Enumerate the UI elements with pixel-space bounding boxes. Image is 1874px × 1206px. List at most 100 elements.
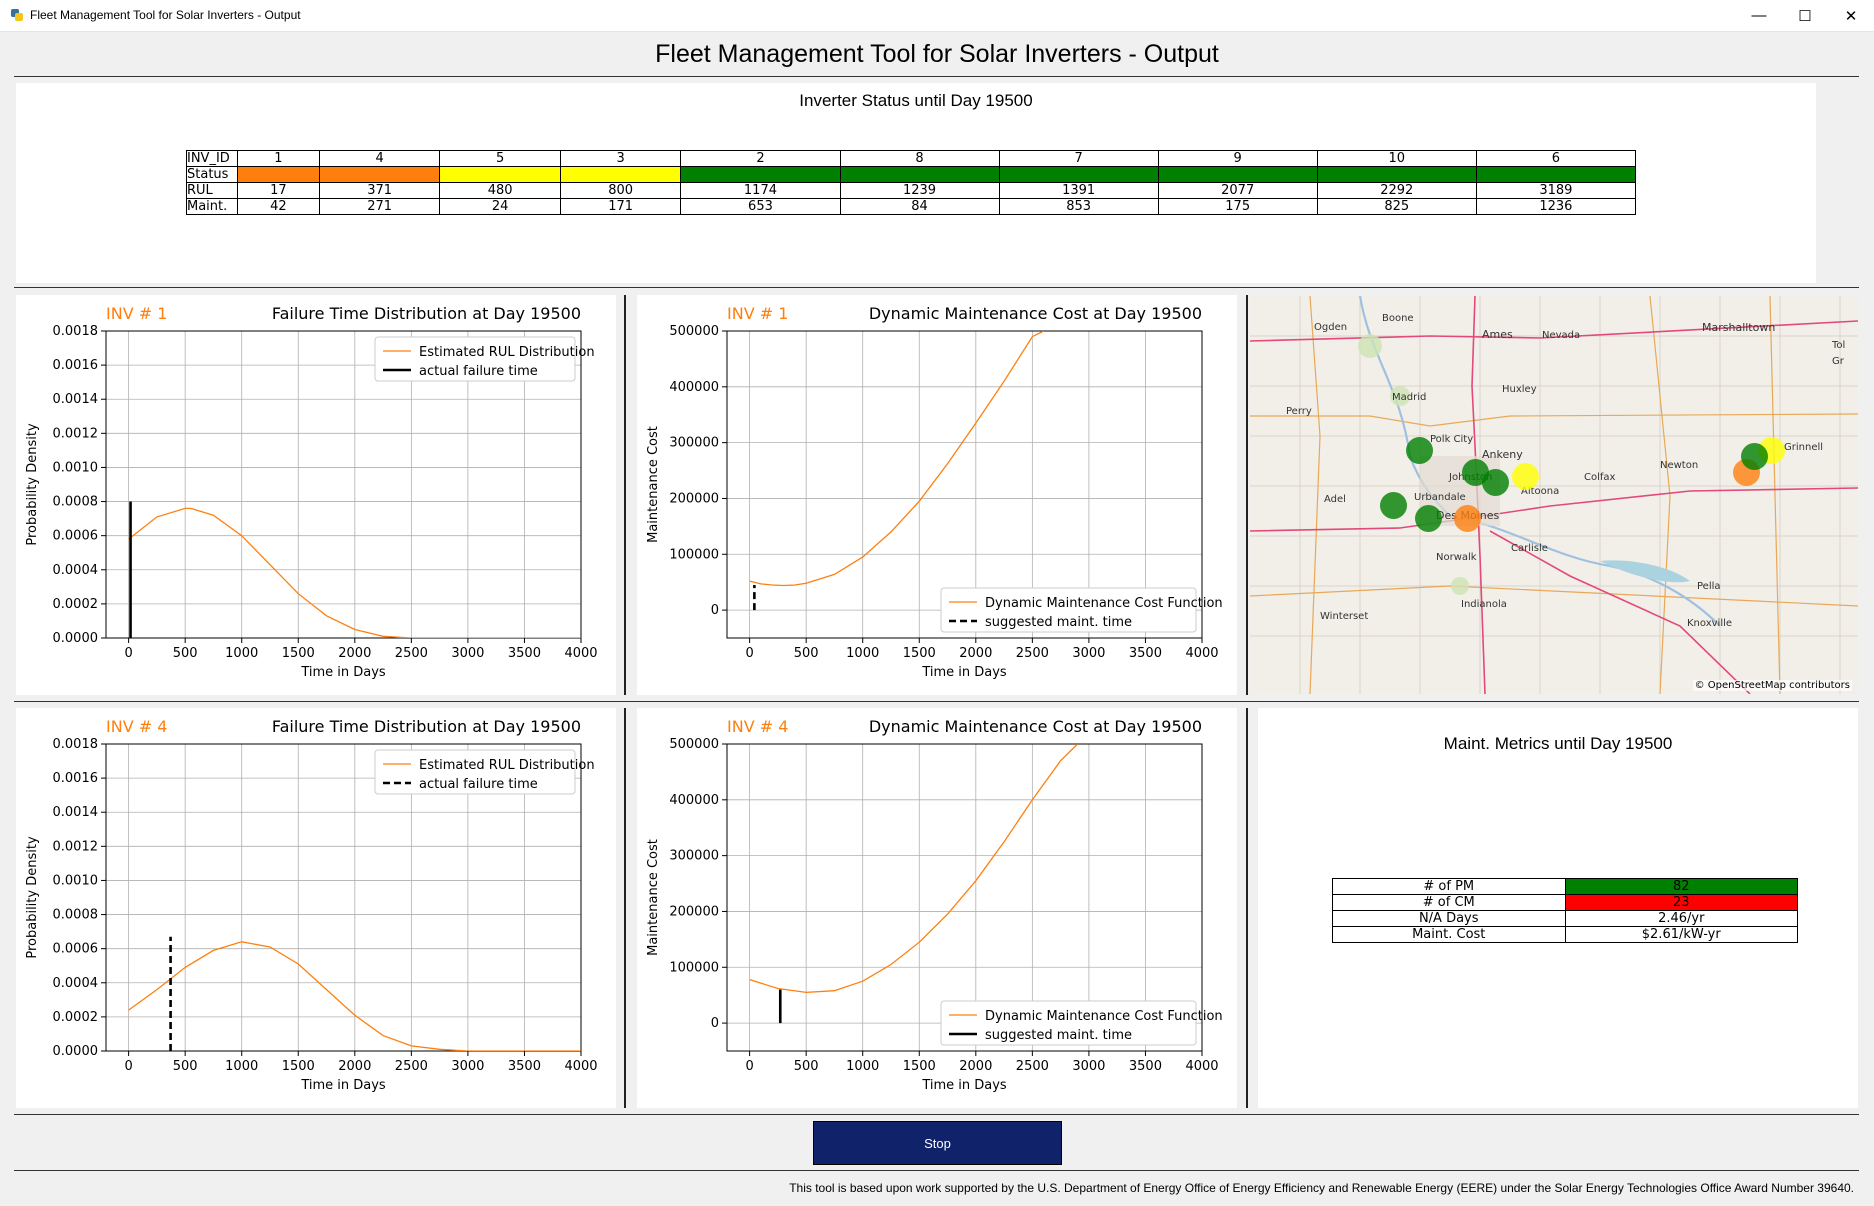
inverter-marker[interactable] [1454,505,1481,532]
y-tick-label: 0.0014 [53,392,99,407]
id-cell: 4 [318,150,441,167]
x-tick-label: 1500 [282,1059,315,1074]
x-tick-label: 4000 [564,1059,597,1074]
y-tick-label: 200000 [669,904,719,919]
legend-label: Dynamic Maintenance Cost Function [985,1009,1223,1024]
x-tick-label: 1500 [282,646,315,661]
metrics-row: N/A Days 2.46/yr [1332,910,1798,927]
x-tick-label: 1000 [225,1059,258,1074]
map-label: Nevada [1542,330,1581,341]
metric-label: # of CM [1332,894,1566,911]
y-tick-label: 0.0016 [53,358,99,373]
failure-distribution-chart: INV # 4 Failure Time Distribution at Day … [25,717,598,1093]
metric-value: 2.46/yr [1564,910,1798,927]
chart-title: Failure Time Distribution at Day 19500 [272,717,581,736]
rul-cell: 800 [559,182,682,199]
minimize-button[interactable]: — [1736,0,1782,31]
y-axis-label: Probability Density [25,836,40,959]
map-label: Ogden [1314,322,1348,333]
fleet-map[interactable]: Boone Ogden Ames Nevada Marshalltown Huxley Ma… [1250,296,1858,694]
x-tick-label: 0 [124,1059,132,1074]
status-panel: Inverter Status until Day 19500 INV_ID 1 4… [16,83,1816,283]
divider [1246,708,1248,1108]
status-cell [998,166,1159,183]
x-tick-label: 0 [124,646,132,661]
map-label: Knoxville [1687,618,1733,629]
status-cell [559,166,682,183]
y-tick-label: 400000 [669,793,719,808]
x-tick-label: 500 [794,646,819,661]
plot-panel-3: INV # 4 Failure Time Distribution at Day … [16,708,616,1108]
rul-cell: 2292 [1316,182,1477,199]
map-label: Perry [1286,406,1312,417]
legend-label: suggested maint. time [985,1028,1132,1043]
map-label: Gr [1832,356,1844,367]
maint-cell: 24 [439,198,561,215]
x-tick-label: 3000 [1072,646,1105,661]
rul-cell: 1391 [998,182,1159,199]
inverter-marker[interactable] [1512,463,1539,490]
status-table: INV_ID 1 4 5 3 2 8 7 9 10 6 Status RUL 17 371 480 800 117… [186,150,1637,215]
x-tick-label: 3000 [1072,1059,1105,1074]
x-tick-label: 3500 [508,646,541,661]
maximize-button[interactable]: ☐ [1782,0,1828,31]
map-label: Carlisle [1511,543,1548,554]
inv-label: INV # 4 [106,717,167,736]
x-tick-label: 1000 [846,646,879,661]
y-axis-label: Maintenance Cost [646,839,661,956]
row-label: RUL [186,182,238,199]
window-title: Fleet Management Tool for Solar Inverter… [30,8,301,22]
status-cell [839,166,1000,183]
status-cell [237,166,320,183]
rul-cell: 1239 [839,182,1000,199]
x-tick-label: 2000 [959,646,992,661]
maint-cell: 175 [1157,198,1318,215]
metric-value: 23 [1564,894,1798,911]
x-tick-label: 3500 [1129,1059,1162,1074]
inverter-marker[interactable] [1406,437,1433,464]
close-icon: ✕ [1844,7,1858,25]
x-tick-label: 2000 [338,646,371,661]
legend: Dynamic Maintenance Cost Function suggest… [940,1000,1223,1046]
y-tick-label: 400000 [669,380,719,395]
x-tick-label: 1500 [903,646,936,661]
y-tick-label: 0.0010 [53,873,99,888]
inverter-marker[interactable] [1415,505,1442,532]
metrics-panel: Maint. Metrics until Day 19500 # of PM 82… [1258,708,1858,1108]
id-cell: 9 [1157,150,1318,167]
maint-cell: 42 [237,198,320,215]
id-cell: 6 [1475,150,1637,167]
maintenance-cost-chart: INV # 1 Dynamic Maintenance Cost at Day 1… [646,304,1223,680]
y-tick-label: 0.0008 [53,495,99,510]
map-label: Grinnell [1784,442,1824,453]
y-tick-label: 0.0016 [53,771,99,786]
metric-label: # of PM [1332,878,1566,895]
divider [14,701,1859,702]
map-label: Indianola [1461,599,1507,610]
x-tick-label: 2500 [395,1059,428,1074]
row-label: Status [186,166,238,183]
id-cell: 3 [559,150,682,167]
metrics-table: # of PM 82 # of CM 23 N/A Days 2.46/yr Maint. … [1332,878,1798,943]
x-tick-label: 2000 [959,1059,992,1074]
rul-cell: 1174 [680,182,841,199]
stop-button[interactable]: Stop [813,1121,1062,1165]
close-button[interactable]: ✕ [1828,0,1874,31]
metrics-row: Maint. Cost $2.61/kW-yr [1332,926,1798,943]
id-cell: 2 [680,150,841,167]
legend: Dynamic Maintenance Cost Function suggest… [940,587,1223,633]
x-tick-label: 3500 [508,1059,541,1074]
inv-label: INV # 4 [727,717,788,736]
map-label: Norwalk [1436,552,1477,563]
metrics-title: Maint. Metrics until Day 19500 [1443,734,1673,753]
map-attribution: © OpenStreetMap contributors [1692,680,1852,691]
y-tick-label: 0.0010 [53,460,99,475]
status-cell [680,166,841,183]
inv-label: INV # 1 [106,304,167,323]
inverter-marker[interactable] [1380,492,1407,519]
metric-label: Maint. Cost [1332,926,1566,943]
inverter-marker[interactable] [1482,469,1509,496]
x-tick-label: 500 [794,1059,819,1074]
x-tick-label: 500 [173,1059,198,1074]
inverter-marker[interactable] [1741,443,1768,470]
